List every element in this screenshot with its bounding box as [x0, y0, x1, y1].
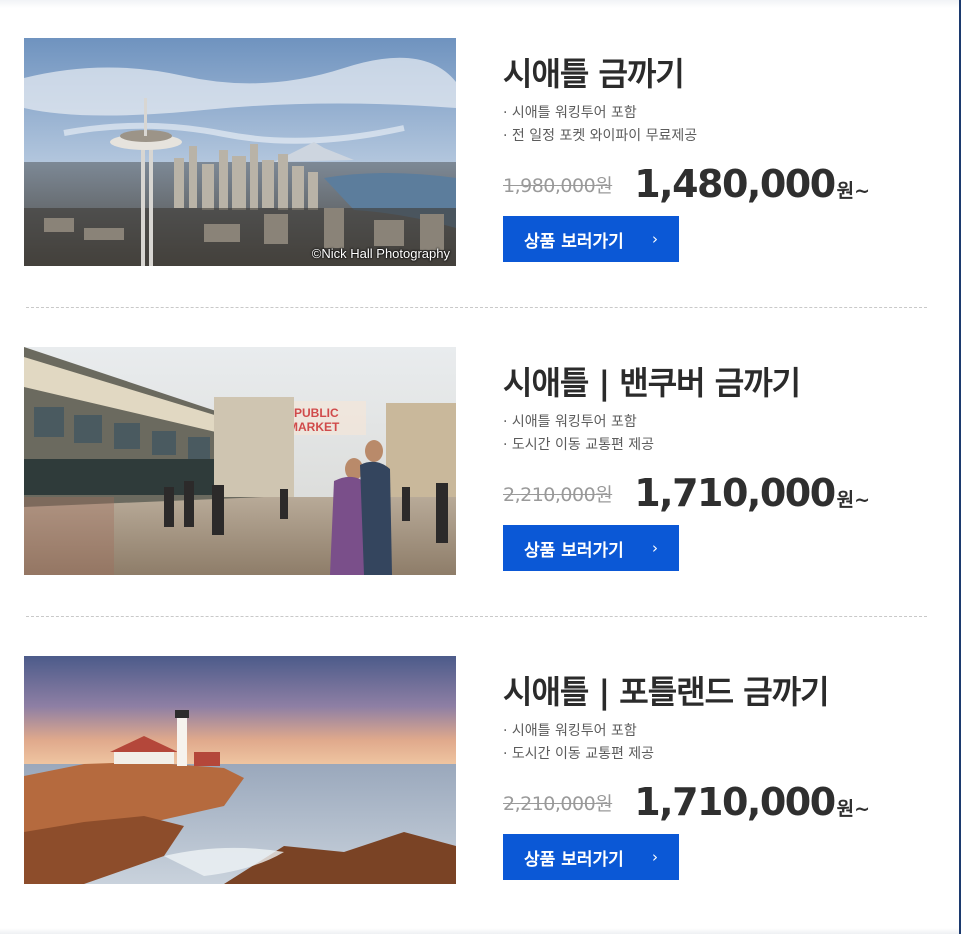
- product-card-seattle-vancouver: PUBLIC MARKET 시애틀 | 밴쿠버 금까기 · 시애틀 워킹투어 포…: [0, 309, 959, 618]
- product-photo-seattle[interactable]: ©Nick Hall Photography: [24, 38, 456, 266]
- view-product-label: 상품 보러가기: [524, 849, 624, 870]
- product-card-seattle-portland: 시애틀 | 포틀랜드 금까기 · 시애틀 워킹투어 포함 · 도시간 이동 교통…: [0, 618, 959, 927]
- price-unit: 원~: [836, 179, 871, 202]
- product-title[interactable]: 시애틀 | 포틀랜드 금까기: [503, 670, 943, 714]
- price-unit: 원~: [836, 488, 871, 511]
- product-info: 시애틀 | 밴쿠버 금까기 · 시애틀 워킹투어 포함 · 도시간 이동 교통편…: [503, 361, 943, 571]
- product-title[interactable]: 시애틀 | 밴쿠버 금까기: [503, 361, 943, 405]
- sale-price: 1,710,000: [634, 780, 836, 824]
- feature-list: · 시애틀 워킹투어 포함 · 도시간 이동 교통편 제공: [503, 411, 943, 457]
- view-product-label: 상품 보러가기: [524, 540, 624, 561]
- price-row: 2,210,000원 1,710,000 원~: [503, 467, 943, 519]
- svg-text:MARKET: MARKET: [288, 420, 340, 434]
- original-price: 2,210,000원: [503, 792, 613, 815]
- product-info: 시애틀 금까기 · 시애틀 워킹투어 포함 · 전 일정 포켓 와이파이 무료제…: [503, 52, 943, 262]
- feature-item: · 시애틀 워킹투어 포함: [503, 105, 637, 121]
- view-product-button[interactable]: 상품 보러가기 ›: [503, 216, 679, 262]
- price-unit: 원~: [836, 797, 871, 820]
- section-divider: [26, 616, 927, 617]
- feature-item: · 도시간 이동 교통편 제공: [503, 746, 655, 762]
- chevron-right-icon: ›: [652, 539, 658, 557]
- pike-place-market-image: PUBLIC MARKET: [24, 347, 456, 575]
- product-info: 시애틀 | 포틀랜드 금까기 · 시애틀 워킹투어 포함 · 도시간 이동 교통…: [503, 670, 943, 880]
- feature-item: · 시애틀 워킹투어 포함: [503, 414, 637, 430]
- feature-item: · 전 일정 포켓 와이파이 무료제공: [503, 128, 698, 144]
- view-product-label: 상품 보러가기: [524, 231, 624, 252]
- view-product-button[interactable]: 상품 보러가기 ›: [503, 525, 679, 571]
- photo-credit: ©Nick Hall Photography: [311, 246, 450, 261]
- svg-text:PUBLIC: PUBLIC: [294, 406, 339, 420]
- original-price: 2,210,000원: [503, 483, 613, 506]
- feature-list: · 시애틀 워킹투어 포함 · 전 일정 포켓 와이파이 무료제공: [503, 102, 943, 148]
- product-card-seattle: ©Nick Hall Photography 시애틀 금까기 · 시애틀 워킹투…: [0, 0, 959, 309]
- product-photo-lighthouse[interactable]: [24, 656, 456, 884]
- feature-list: · 시애틀 워킹투어 포함 · 도시간 이동 교통편 제공: [503, 720, 943, 766]
- section-divider: [26, 307, 927, 308]
- price-row: 1,980,000원 1,480,000 원~: [503, 158, 943, 210]
- chevron-right-icon: ›: [652, 848, 658, 866]
- view-product-button[interactable]: 상품 보러가기 ›: [503, 834, 679, 880]
- feature-item: · 시애틀 워킹투어 포함: [503, 723, 637, 739]
- feature-item: · 도시간 이동 교통편 제공: [503, 437, 655, 453]
- seattle-skyline-image: [24, 38, 456, 266]
- price-row: 2,210,000원 1,710,000 원~: [503, 776, 943, 828]
- product-photo-market[interactable]: PUBLIC MARKET: [24, 347, 456, 575]
- product-title[interactable]: 시애틀 금까기: [503, 52, 943, 96]
- sale-price: 1,710,000: [634, 471, 836, 515]
- original-price: 1,980,000원: [503, 174, 613, 197]
- sale-price: 1,480,000: [634, 162, 836, 206]
- bottom-shadow: [0, 928, 959, 934]
- lighthouse-coast-image: [24, 656, 456, 884]
- chevron-right-icon: ›: [652, 230, 658, 248]
